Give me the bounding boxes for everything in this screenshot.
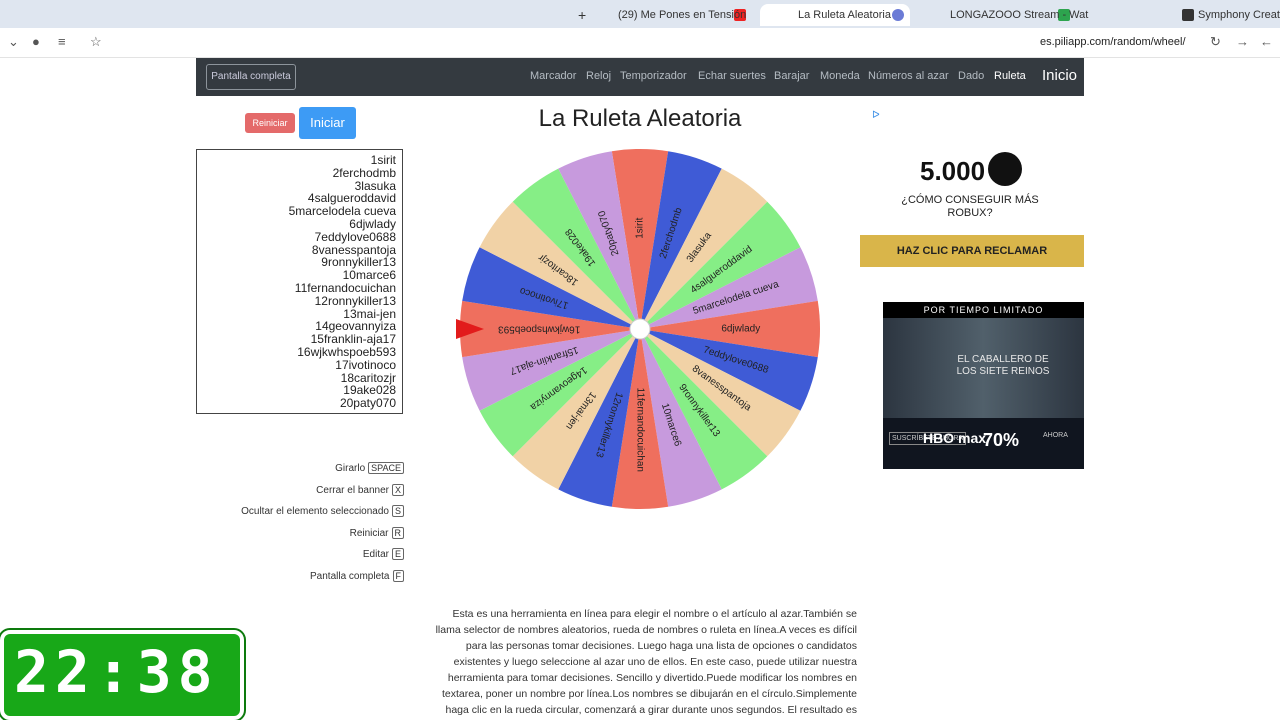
name-line: 1sirit: [370, 153, 396, 167]
forward-icon[interactable]: →: [1236, 34, 1249, 49]
ad-banner-text: POR TIEMPO LIMITADO: [883, 302, 1084, 318]
nav-ruleta[interactable]: Ruleta: [994, 70, 1026, 82]
nav-barajar[interactable]: Barajar: [774, 70, 809, 82]
back-icon[interactable]: ←: [1260, 34, 1273, 49]
browser-tab-bar: Symphony Creative Studio LONGAZOOO Strea…: [0, 0, 1280, 28]
name-line: 16wjkwhspoeb593: [297, 344, 396, 359]
shortcut-item: Reiniciar R: [349, 526, 404, 539]
shortcut-label: Pantalla completa: [310, 570, 390, 582]
nav-marcador[interactable]: Marcador: [530, 70, 576, 82]
favicon-icon: [1182, 9, 1194, 21]
wheel-hub: [629, 318, 651, 340]
shortcut-label: Cerrar el banner: [316, 484, 389, 496]
shortcut-item: Pantalla completa F: [310, 569, 404, 582]
ad-amount: 5.000: [920, 156, 986, 186]
shortcut-key: X: [391, 483, 404, 496]
shortcut-key: S: [391, 505, 404, 517]
shortcut-key: E: [391, 548, 404, 560]
wheel-label: 16wjkwhspoeb593: [498, 323, 581, 334]
ad-hbo[interactable]: POR TIEMPO LIMITADO EL CABALLERO DE LOS …: [883, 302, 1084, 469]
shortcut-label: Reiniciar: [349, 527, 389, 539]
favicon-icon: [892, 9, 904, 21]
shortcut-key: F: [392, 569, 404, 582]
names-textarea[interactable]: 1sirit 2ferchodmb 3lasuka 4salgueroddavid 5m…: [196, 149, 403, 414]
name-line: 17ivotinoco: [335, 357, 396, 372]
name-line: 11fernandocuichan: [294, 280, 396, 295]
shortcut-key: SPACE: [368, 462, 404, 474]
nav-brand[interactable]: Inicio: [1042, 67, 1077, 84]
shortcut-key: R: [391, 526, 404, 539]
shortcut-item: Cerrar el banner X: [316, 483, 404, 496]
wheel-label: 11fernandocuichan: [634, 388, 645, 472]
star-icon[interactable]: ☆: [90, 34, 102, 50]
shortcut-item: Editar E: [363, 548, 404, 560]
extensions-icon[interactable]: ≡: [58, 34, 66, 49]
wheel-label: 6djwlady: [721, 324, 760, 335]
page-title: La Ruleta Aleatoria: [538, 105, 742, 132]
shortcut-item: Ocultar el elemento seleccionado S: [241, 505, 404, 517]
nav-reloj[interactable]: Reloj: [586, 70, 611, 82]
url-text[interactable]: es.piliapp.com/random/wheel/: [1040, 36, 1186, 48]
shortcut-label: Girarlo: [335, 463, 366, 474]
ad-footer: SUSCRÍBETE AHORA HBO max 70% AHORA: [883, 418, 1084, 469]
tab-longazooo[interactable]: LONGAZOOO Stream - Wat: [950, 4, 1176, 26]
ad-movie-title: EL CABALLERO DE LOS SIETE REINOS: [956, 354, 1050, 377]
shortcut-item: Girarlo SPACE: [335, 462, 404, 474]
nav-numeros[interactable]: Números al azar: [868, 70, 949, 82]
name-line: 20paty070: [339, 396, 396, 411]
robux-icon: [988, 152, 1022, 186]
address-bar: ⌄ ● ≡ ☆ es.piliapp.com/random/wheel/ ↻ →…: [0, 28, 1280, 58]
clock-time: 22:38: [14, 638, 219, 706]
ad-question: ¿CÓMO CONSEGUIR MÁS ROBUX?: [901, 194, 1039, 219]
wheel[interactable]: 1sirit 2ferchodmb 3lasuka 4salgueroddavid 5m…: [450, 148, 830, 513]
nav-temporizador[interactable]: Temporizador: [620, 70, 687, 82]
fullscreen-button[interactable]: Pantalla completa: [206, 64, 296, 90]
site-navbar: Pantalla completa Marcador Reloj Tempori…: [196, 58, 1084, 96]
adchoices-icon[interactable]: ᐅ: [872, 110, 880, 121]
ad-discount: 70%: [983, 430, 1020, 450]
nav-echar-suertes[interactable]: Echar suertes: [698, 70, 766, 82]
avatar[interactable]: ●: [32, 34, 40, 49]
start-button[interactable]: Iniciar: [299, 107, 356, 139]
ad-cta-button[interactable]: HAZ CLIC PARA RECLAMAR: [860, 235, 1084, 267]
ad-now: AHORA: [1043, 432, 1068, 439]
name-line: 6djwlady: [349, 216, 396, 231]
name-line: 2ferchodmb: [332, 165, 396, 180]
nav-moneda[interactable]: Moneda: [820, 70, 860, 82]
new-tab-plus-icon[interactable]: +: [578, 4, 592, 26]
clock-overlay: 22:38: [0, 628, 246, 720]
ad-robux[interactable]: ᐅ 5.000 ¿CÓMO CONSEGUIR MÁS ROBUX? HAZ C…: [860, 108, 1084, 288]
name-line: 7eddylove0688: [314, 229, 396, 244]
reload-icon[interactable]: ↻: [1210, 34, 1221, 50]
nav-dado[interactable]: Dado: [958, 70, 984, 82]
tab-ruleta[interactable]: La Ruleta Aleatoria: [760, 4, 910, 26]
wheel-label: 1sirit: [635, 217, 646, 238]
hbo-logo: HBO max: [923, 430, 987, 446]
reset-button[interactable]: Reiniciar: [245, 113, 295, 133]
shortcut-label: Ocultar el elemento seleccionado: [241, 506, 389, 517]
tab-symphony[interactable]: Symphony Creative Studio: [1180, 4, 1280, 26]
name-line: 12ronnykiller13: [314, 293, 396, 308]
description-text: Esta es una herramienta en línea para el…: [435, 608, 857, 716]
wheel-svg[interactable]: 1sirit 2ferchodmb 3lasuka4salgueroddavid5m…: [450, 148, 830, 513]
shortcut-label: Editar: [362, 549, 389, 560]
tab-search-icon[interactable]: ⌄: [8, 34, 19, 50]
tab-youtube[interactable]: (29) Me Pones en Tensión: [600, 4, 750, 26]
